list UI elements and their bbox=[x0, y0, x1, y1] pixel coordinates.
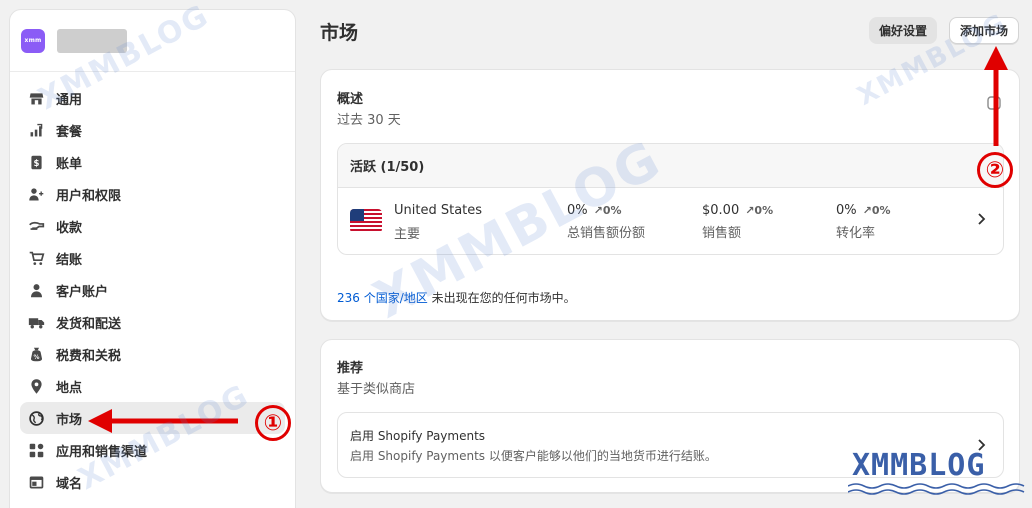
tax-bag-icon: % bbox=[26, 344, 46, 364]
store-header[interactable]: xmm bbox=[10, 10, 295, 72]
recommendation-item-title: 启用 Shopify Payments bbox=[350, 429, 486, 443]
sidebar-item-label: 结账 bbox=[56, 252, 83, 268]
sidebar-item-label: 地点 bbox=[56, 380, 83, 396]
billing-icon: $ bbox=[26, 152, 46, 172]
sidebar-item-label: 市场 bbox=[56, 412, 83, 428]
sidebar-item-taxes[interactable]: % 税费和关税 bbox=[20, 338, 285, 370]
sidebar-item-users[interactable]: 用户和权限 bbox=[20, 178, 285, 210]
note-text: 未出现在您的任何市场中。 bbox=[427, 291, 576, 305]
market-row-united-states[interactable]: United States 主要 0% ↗0% 总销售额份额 $0.00 ↗0% 销… bbox=[338, 188, 1003, 253]
settings-nav: 通用 套餐 $ 账单 用户和权限 收款 结账 客户账户 发货和配送 % 税费和关… bbox=[10, 72, 295, 498]
sidebar-item-general[interactable]: 通用 bbox=[20, 82, 285, 114]
brand-logo-text: XMMBLOG bbox=[852, 448, 986, 483]
truck-icon bbox=[26, 312, 46, 332]
metric-conversion: 0% ↗0% 转化率 bbox=[836, 203, 891, 241]
location-pin-icon bbox=[26, 376, 46, 396]
metric-value: 0% bbox=[567, 203, 588, 218]
sidebar-item-plan[interactable]: 套餐 bbox=[20, 114, 285, 146]
svg-text:$: $ bbox=[33, 158, 39, 168]
overview-period: 过去 30 天 bbox=[337, 113, 401, 128]
sidebar-item-locations[interactable]: 地点 bbox=[20, 370, 285, 402]
sidebar-item-label: 域名 bbox=[56, 476, 83, 492]
us-flag-icon bbox=[350, 209, 382, 233]
info-icon[interactable] bbox=[987, 96, 1001, 110]
overview-title: 概述 bbox=[337, 92, 364, 107]
store-logo: xmm bbox=[21, 28, 45, 53]
sidebar-item-apps-channels[interactable]: 应用和销售渠道 bbox=[20, 434, 285, 466]
metric-sales-share: 0% ↗0% 总销售额份额 bbox=[567, 203, 645, 241]
globe-icon bbox=[26, 408, 46, 428]
market-name: United States bbox=[394, 203, 483, 218]
sidebar-item-payments[interactable]: 收款 bbox=[20, 210, 285, 242]
recommendations-subtitle: 基于类似商店 bbox=[337, 382, 416, 397]
sidebar-item-domains[interactable]: 域名 bbox=[20, 466, 285, 498]
sidebar-item-label: 税费和关税 bbox=[56, 348, 122, 364]
metric-change: ↗0% bbox=[593, 204, 622, 217]
users-icon bbox=[26, 184, 46, 204]
plan-chart-icon bbox=[26, 120, 46, 140]
sidebar-item-label: 套餐 bbox=[56, 124, 83, 140]
sidebar-item-checkout[interactable]: 结账 bbox=[20, 242, 285, 274]
settings-sidebar: xmm 通用 套餐 $ 账单 用户和权限 收款 结账 客户账户 发货和配送 % … bbox=[9, 9, 296, 508]
sidebar-item-label: 通用 bbox=[56, 92, 83, 108]
svg-text:%: % bbox=[33, 353, 39, 360]
sidebar-item-label: 账单 bbox=[56, 156, 83, 172]
sidebar-item-customer-accounts[interactable]: 客户账户 bbox=[20, 274, 285, 306]
active-markets-header: 活跃 (1/50) bbox=[338, 144, 1003, 188]
metric-sales: $0.00 ↗0% 销售额 bbox=[702, 203, 773, 241]
recommendations-title: 推荐 bbox=[337, 361, 364, 376]
uncovered-countries-note: 236 个国家/地区 未出现在您的任何市场中。 bbox=[337, 289, 576, 306]
page-title: 市场 bbox=[320, 22, 359, 44]
metric-change: ↗0% bbox=[745, 204, 774, 217]
sidebar-item-label: 客户账户 bbox=[56, 284, 109, 300]
metric-label: 转化率 bbox=[836, 226, 876, 241]
brand-wave-decoration bbox=[848, 483, 1025, 495]
sidebar-item-label: 收款 bbox=[56, 220, 83, 236]
store-name-redacted bbox=[57, 28, 127, 53]
sidebar-item-label: 应用和销售渠道 bbox=[56, 444, 148, 460]
person-icon bbox=[26, 280, 46, 300]
apps-icon bbox=[26, 440, 46, 460]
overview-card: 概述 过去 30 天 活跃 (1/50) United States 主要 0%… bbox=[320, 69, 1020, 321]
metric-label: 总销售额份额 bbox=[567, 226, 646, 241]
active-markets-panel: 活跃 (1/50) United States 主要 0% ↗0% 总销售额份额 … bbox=[337, 143, 1004, 255]
preferences-button[interactable]: 偏好设置 bbox=[869, 17, 938, 44]
metric-label: 销售额 bbox=[702, 226, 742, 241]
store-icon bbox=[26, 88, 46, 108]
add-market-button[interactable]: 添加市场 bbox=[949, 17, 1020, 44]
cart-icon bbox=[26, 248, 46, 268]
domain-icon bbox=[26, 472, 46, 492]
metric-value: $0.00 bbox=[702, 203, 740, 218]
market-tag: 主要 bbox=[394, 227, 421, 242]
metric-value: 0% bbox=[836, 203, 857, 218]
annotation-marker-one: ① bbox=[255, 405, 291, 441]
sidebar-item-billing[interactable]: $ 账单 bbox=[20, 146, 285, 178]
chevron-right-icon bbox=[978, 213, 986, 225]
annotation-marker-two: ② bbox=[977, 152, 1013, 188]
countries-link[interactable]: 236 个国家/地区 bbox=[337, 291, 428, 305]
sidebar-item-shipping[interactable]: 发货和配送 bbox=[20, 306, 285, 338]
metric-change: ↗0% bbox=[862, 204, 891, 217]
sidebar-item-markets[interactable]: 市场 bbox=[20, 402, 285, 434]
sidebar-item-label: 发货和配送 bbox=[56, 316, 122, 332]
sidebar-item-label: 用户和权限 bbox=[56, 188, 122, 204]
recommendation-item-description: 启用 Shopify Payments 以便客户能够以他们的当地货币进行结账。 bbox=[350, 449, 717, 463]
payments-icon bbox=[26, 216, 46, 236]
